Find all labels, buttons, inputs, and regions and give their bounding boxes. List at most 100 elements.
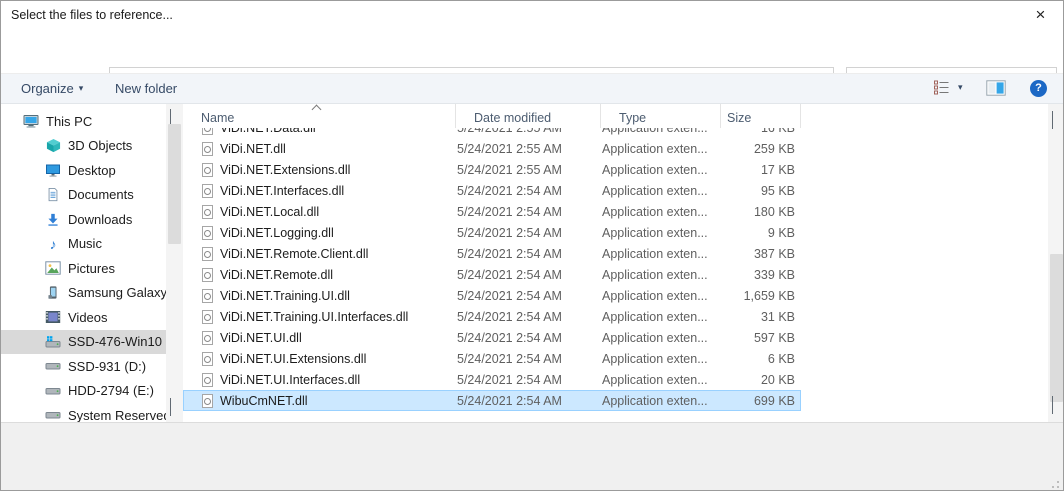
scroll-down-icon[interactable] (1052, 396, 1053, 414)
file-name: ViDi.NET.Local.dll (220, 205, 319, 219)
sidebar-item-label: SSD-476-Win10 (C:) (68, 334, 166, 349)
file-name: ViDi.NET.Data.dll (220, 128, 316, 135)
dll-file-icon (202, 373, 213, 387)
chevron-down-icon: ▾ (79, 83, 84, 94)
view-mode-button[interactable]: ▾ (933, 79, 963, 96)
resize-grip[interactable] (1048, 477, 1060, 489)
drive-icon (45, 407, 61, 422)
table-row[interactable]: ViDi.NET.dll 5/24/2021 2:55 AM Applicati… (183, 138, 801, 159)
close-button[interactable]: × (1018, 1, 1063, 31)
dll-file-icon (202, 142, 213, 156)
scroll-up-icon[interactable] (1052, 112, 1053, 130)
file-name: ViDi.NET.UI.dll (220, 331, 302, 345)
table-row[interactable]: ViDi.NET.Remote.dll 5/24/2021 2:54 AM Ap… (183, 264, 801, 285)
dll-file-icon (202, 163, 213, 177)
dll-file-icon (202, 128, 213, 135)
column-header-date-modified[interactable]: Date modified (456, 104, 601, 128)
table-row[interactable]: ViDi.NET.Logging.dll 5/24/2021 2:54 AM A… (183, 222, 801, 243)
organize-button[interactable]: Organize ▾ (21, 74, 83, 103)
chevron-down-icon: ▾ (958, 82, 963, 93)
file-open-dialog: Select the files to reference... × ← → ↑… (0, 0, 1064, 491)
help-icon: ? (1035, 82, 1042, 94)
file-name: ViDi.NET.Remote.dll (220, 268, 333, 282)
dll-file-icon (202, 394, 213, 408)
cube-icon (45, 138, 61, 154)
sidebar-item-music[interactable]: ♪ Music (1, 232, 166, 257)
sidebar-item-label: SSD-931 (D:) (68, 359, 146, 374)
list-view-icon (933, 79, 950, 96)
download-arrow-icon (45, 211, 61, 227)
sidebar-item-label: Music (68, 236, 102, 251)
dialog-footer: File name: Component Files (*.dll;*.tlb;… (1, 422, 1063, 491)
table-row[interactable]: ViDi.NET.Remote.Client.dll 5/24/2021 2:5… (183, 243, 801, 264)
dll-file-icon (202, 289, 213, 303)
sidebar-item-label: Pictures (68, 261, 115, 276)
file-name: ViDi.NET.Training.UI.dll (220, 289, 350, 303)
sidebar-item-label: System Reserved (F:) (68, 408, 166, 422)
sidebar-item-3d-objects[interactable]: 3D Objects (1, 134, 166, 159)
dialog-title: Select the files to reference... (11, 8, 173, 22)
sidebar-item-label: Videos (68, 310, 108, 325)
table-row[interactable]: ViDi.NET.Data.dll 5/24/2021 2:55 AM Appl… (183, 128, 801, 138)
dll-file-icon (202, 184, 213, 198)
sidebar-item-label: This PC (46, 114, 92, 129)
preview-pane-icon (986, 80, 1006, 96)
sidebar-item-videos[interactable]: Videos (1, 305, 166, 330)
table-row[interactable]: ViDi.NET.Training.UI.dll 5/24/2021 2:54 … (183, 285, 801, 306)
sidebar-item-ssd-476-win10-c[interactable]: SSD-476-Win10 (C:) (1, 330, 166, 355)
sidebar-scrollbar[interactable] (166, 104, 183, 422)
dll-file-icon (202, 226, 213, 240)
sidebar-item-ssd-931-d[interactable]: SSD-931 (D:) (1, 354, 166, 379)
sidebar-item-label: Downloads (68, 212, 132, 227)
new-folder-label: New folder (115, 81, 177, 96)
table-row[interactable]: ViDi.NET.UI.Interfaces.dll 5/24/2021 2:5… (183, 369, 801, 390)
drive-icon (45, 358, 61, 374)
phone-icon (45, 285, 61, 301)
table-row-selected[interactable]: WibuCmNET.dll 5/24/2021 2:54 AM Applicat… (183, 390, 801, 411)
new-folder-button[interactable]: New folder (115, 74, 177, 103)
file-name: ViDi.NET.Remote.Client.dll (220, 247, 368, 261)
sidebar-scrollbar-thumb[interactable] (168, 124, 181, 244)
navigation-sidebar: This PC 3D Objects Desktop Documents Dow… (1, 104, 166, 422)
help-button[interactable]: ? (1030, 80, 1047, 97)
table-row[interactable]: ViDi.NET.Training.UI.Interfaces.dll 5/24… (183, 306, 801, 327)
dll-file-icon (202, 268, 213, 282)
sidebar-item-label: 3D Objects (68, 138, 132, 153)
file-list: Name Date modified Type Size ViDi.NET.Da… (183, 104, 1048, 422)
file-name: WibuCmNET.dll (220, 394, 308, 408)
sidebar-item-label: HDD-2794 (E:) (68, 383, 154, 398)
file-name: ViDi.NET.Logging.dll (220, 226, 334, 240)
table-row[interactable]: ViDi.NET.Interfaces.dll 5/24/2021 2:54 A… (183, 180, 801, 201)
sidebar-item-this-pc[interactable]: This PC (1, 109, 166, 134)
sidebar-item-system-reserved-f[interactable]: System Reserved (F:) (1, 403, 166, 422)
sidebar-item-desktop[interactable]: Desktop (1, 158, 166, 183)
table-row[interactable]: ViDi.NET.UI.Extensions.dll 5/24/2021 2:5… (183, 348, 801, 369)
table-row[interactable]: ViDi.NET.Extensions.dll 5/24/2021 2:55 A… (183, 159, 801, 180)
drive-icon (45, 383, 61, 399)
preview-pane-button[interactable] (986, 80, 1006, 101)
sidebar-item-samsung-galaxy-s7[interactable]: Samsung Galaxy S7 (1, 281, 166, 306)
sidebar-item-label: Documents (68, 187, 134, 202)
sidebar-item-documents[interactable]: Documents (1, 183, 166, 208)
music-note-icon: ♪ (45, 236, 61, 252)
sidebar-item-downloads[interactable]: Downloads (1, 207, 166, 232)
dll-file-icon (202, 331, 213, 345)
scroll-down-icon[interactable] (170, 398, 171, 416)
list-scrollbar[interactable] (1048, 104, 1064, 422)
command-toolbar: Organize ▾ New folder ▾ ? (1, 73, 1063, 104)
table-row[interactable]: ViDi.NET.Local.dll 5/24/2021 2:54 AM App… (183, 201, 801, 222)
list-header: Name Date modified Type Size (183, 104, 1048, 128)
column-header-type[interactable]: Type (601, 104, 721, 128)
sidebar-item-label: Samsung Galaxy S7 (68, 285, 166, 300)
list-scrollbar-thumb[interactable] (1050, 254, 1063, 402)
sidebar-item-pictures[interactable]: Pictures (1, 256, 166, 281)
column-header-size[interactable]: Size (721, 104, 801, 128)
organize-label: Organize (21, 81, 74, 96)
dll-file-icon (202, 205, 213, 219)
file-name: ViDi.NET.dll (220, 142, 286, 156)
main-area: This PC 3D Objects Desktop Documents Dow… (1, 104, 1063, 422)
table-row[interactable]: ViDi.NET.UI.dll 5/24/2021 2:54 AM Applic… (183, 327, 801, 348)
sidebar-item-hdd-2794-e[interactable]: HDD-2794 (E:) (1, 379, 166, 404)
file-name: ViDi.NET.Interfaces.dll (220, 184, 344, 198)
file-name: ViDi.NET.Training.UI.Interfaces.dll (220, 310, 408, 324)
